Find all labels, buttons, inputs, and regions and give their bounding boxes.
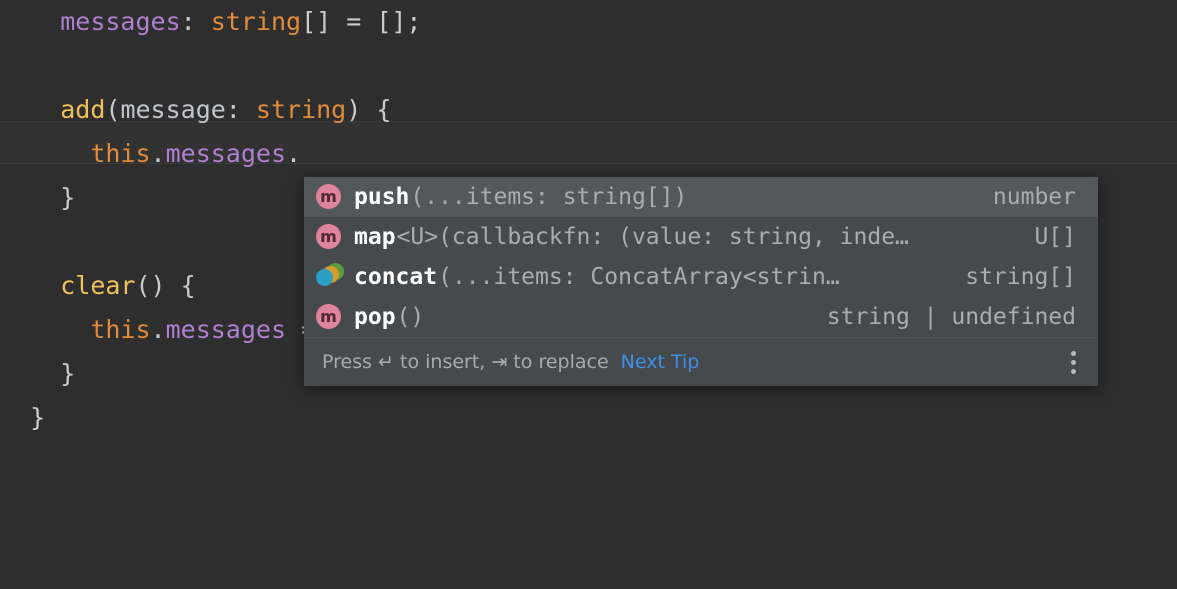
method-icon: m	[316, 182, 346, 212]
stack-circle	[316, 269, 333, 286]
completion-item-return-type: number	[992, 184, 1076, 210]
code-token: ) {	[346, 95, 392, 124]
code-token: :	[180, 7, 211, 36]
completion-item-name: push	[354, 184, 410, 210]
code-token: messages	[165, 139, 287, 168]
code-token: string	[255, 95, 347, 124]
code-token: string	[210, 7, 302, 36]
method-icon: m	[316, 302, 346, 332]
kebab-dot-1	[1070, 350, 1076, 356]
completion-item-name: concat	[354, 264, 438, 290]
method-icon: m	[316, 222, 346, 252]
completion-item[interactable]: m pop() string | undefined	[304, 297, 1098, 337]
code-token: }	[30, 403, 46, 432]
code-token: this	[90, 315, 151, 344]
next-tip-link[interactable]: Next Tip	[621, 351, 700, 373]
code-token: }	[60, 359, 76, 388]
completion-item-return-type: string[]	[965, 264, 1076, 290]
completion-item[interactable]: m push (...items: string[]) number	[304, 177, 1098, 217]
completion-item-signature: (...items: string[])	[410, 184, 688, 210]
completion-item-name: map	[354, 224, 396, 250]
code-token: this	[90, 139, 151, 168]
code-completion-popup[interactable]: m push (...items: string[]) number m map <U>(c…	[304, 177, 1098, 386]
code-token: [] = [];	[301, 7, 422, 36]
completion-item[interactable]: concat (...items: ConcatArray<strin… strin…	[304, 257, 1098, 297]
completion-item-return-type: U[]	[1034, 224, 1076, 250]
completion-popup-footer: Press ↵ to insert, ⇥ to replace Next Tip	[304, 337, 1098, 386]
code-token: message	[120, 95, 226, 124]
code-token: }	[60, 183, 76, 212]
code-line: messages: string[] = [];	[0, 0, 1177, 44]
completion-item-return-type: string | undefined	[826, 304, 1076, 330]
code-token: (	[105, 95, 121, 124]
completion-item-signature: <U>(callbackfn: (value: string, inde…	[396, 224, 909, 250]
code-token: add	[60, 95, 106, 124]
code-token: .	[286, 139, 302, 168]
code-line: add(message: string) {	[0, 88, 1177, 132]
completion-item-signature: (...items: ConcatArray<strin…	[438, 264, 840, 290]
overloaded-members-icon	[316, 262, 346, 292]
code-token: .	[150, 315, 166, 344]
completion-item-list[interactable]: m push (...items: string[]) number m map <U>(c…	[304, 177, 1098, 337]
completion-hint-text: Press ↵ to insert, ⇥ to replace	[322, 351, 609, 373]
code-token: clear	[60, 271, 136, 300]
method-icon-glyph: m	[316, 304, 341, 329]
code-token: () {	[135, 271, 196, 300]
code-editor[interactable]: messages: string[] = []; add(message: st…	[0, 0, 1177, 589]
code-token: .	[150, 139, 166, 168]
completion-item-name: pop	[354, 304, 396, 330]
method-icon-glyph: m	[316, 184, 341, 209]
completion-item-signature: ()	[396, 304, 425, 330]
code-token: messages	[165, 315, 287, 344]
code-line: this.messages.	[0, 132, 1177, 176]
kebab-dot-3	[1070, 368, 1076, 374]
method-icon-glyph: m	[316, 224, 341, 249]
code-token: messages	[60, 7, 181, 36]
kebab-menu-icon[interactable]	[1062, 347, 1084, 377]
kebab-dot-2	[1070, 359, 1076, 365]
completion-item[interactable]: m map <U>(callbackfn: (value: string, inde…	[304, 217, 1098, 257]
code-line: }	[0, 396, 1177, 440]
code-token: :	[225, 95, 256, 124]
